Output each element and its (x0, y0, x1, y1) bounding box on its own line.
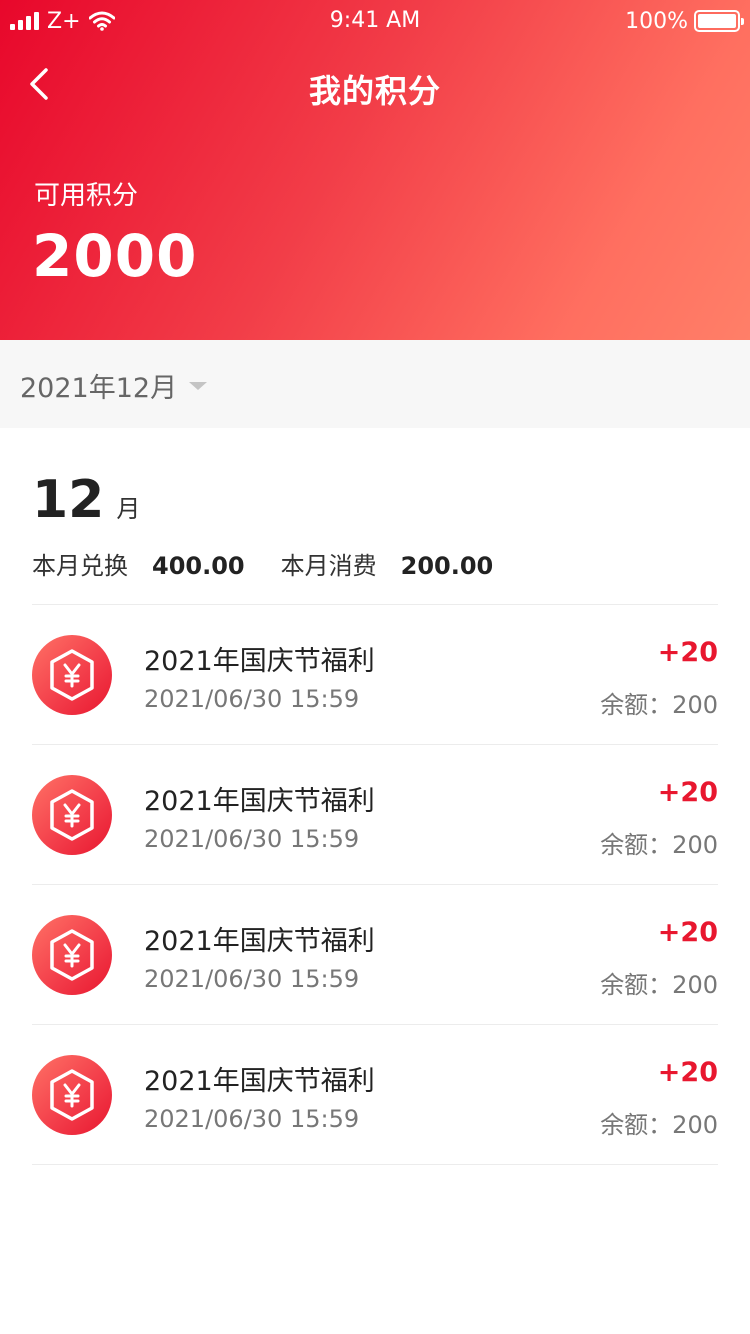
record-balance: 余额：200 (600, 831, 718, 859)
page-title: 我的积分 (308, 72, 441, 110)
yuan-coin-icon (32, 635, 112, 715)
record-time: 2021/06/30 15:59 (144, 825, 360, 853)
month-heading: 12 月 (32, 470, 718, 530)
month-selector[interactable]: 2021年12月 (20, 366, 208, 405)
record-title: 2021年国庆节福利 (144, 926, 375, 957)
yuan-coin-icon (32, 915, 112, 995)
points-record-list: 2021年国庆节福利 2021/06/30 15:59 +20 余额：200 2… (32, 604, 718, 1165)
month-selector-label: 2021年12月 (20, 373, 178, 404)
record-amount: +20 (657, 1057, 718, 1088)
available-points-value: 2000 (32, 222, 198, 290)
month-number: 12 (32, 470, 105, 530)
list-item[interactable]: 2021年国庆节福利 2021/06/30 15:59 +20 余额：200 (32, 885, 718, 1025)
yuan-coin-icon (32, 775, 112, 855)
record-time: 2021/06/30 15:59 (144, 685, 360, 713)
record-amount: +20 (657, 917, 718, 948)
available-points-label: 可用积分 (34, 181, 139, 211)
record-title: 2021年国庆节福利 (144, 786, 375, 817)
list-item[interactable]: 2021年国庆节福利 2021/06/30 15:59 +20 余额：200 (32, 1025, 718, 1165)
consume-label: 本月消费 (280, 552, 377, 580)
record-time: 2021/06/30 15:59 (144, 965, 360, 993)
record-title: 2021年国庆节福利 (144, 646, 375, 677)
status-right: 100% (625, 8, 744, 34)
battery-icon (694, 10, 744, 32)
month-stats: 本月兑换 400.00 本月消费 200.00 (32, 546, 718, 581)
exchange-value: 400.00 (152, 552, 245, 580)
record-amount: +20 (657, 777, 718, 808)
record-balance: 余额：200 (600, 691, 718, 719)
yuan-coin-icon (32, 1055, 112, 1135)
consume-value: 200.00 (400, 552, 494, 580)
record-balance: 余额：200 (600, 1111, 718, 1139)
exchange-label: 本月兑换 (32, 552, 128, 580)
caret-down-icon (189, 381, 208, 390)
month-summary: 12 月 本月兑换 400.00 本月消费 200.00 (32, 470, 718, 581)
points-header: Z+ 9:41 AM 100% 我的积分 可用积分 2000 (0, 0, 750, 340)
month-unit: 月 (116, 495, 141, 523)
nav-bar: 我的积分 (0, 50, 750, 120)
list-item[interactable]: 2021年国庆节福利 2021/06/30 15:59 +20 余额：200 (32, 745, 718, 885)
record-amount: +20 (657, 637, 718, 668)
battery-percent: 100% (625, 8, 688, 34)
month-filter-bar: 2021年12月 (0, 340, 750, 428)
record-title: 2021年国庆节福利 (144, 1066, 375, 1097)
record-balance: 余额：200 (600, 971, 718, 999)
list-item[interactable]: 2021年国庆节福利 2021/06/30 15:59 +20 余额：200 (32, 605, 718, 745)
record-time: 2021/06/30 15:59 (144, 1105, 360, 1133)
status-bar: Z+ 9:41 AM 100% (0, 0, 750, 42)
